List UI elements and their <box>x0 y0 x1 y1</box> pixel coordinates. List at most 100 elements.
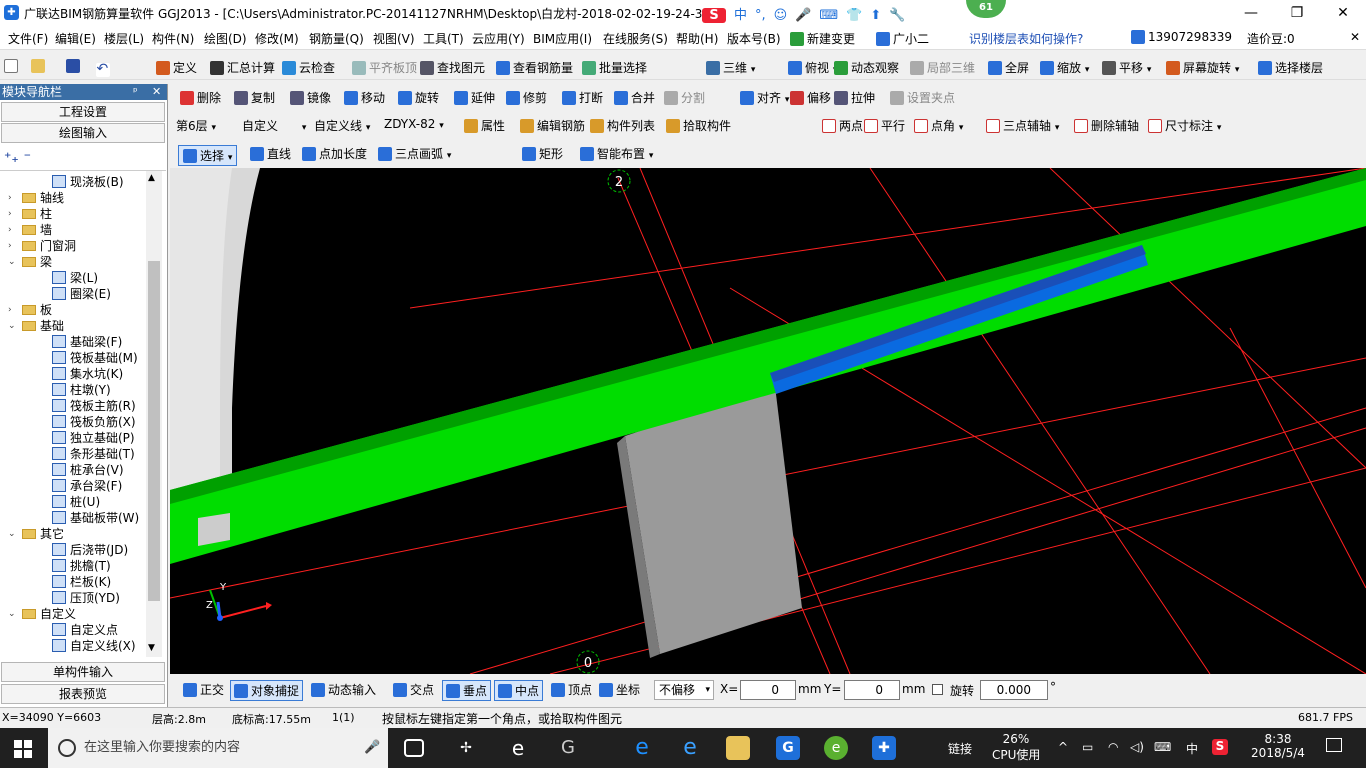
edit-tool-button[interactable]: 镜像 <box>290 89 331 106</box>
tree-item[interactable]: 桩承台(V) <box>4 462 146 478</box>
tree-item[interactable]: 自定义线(X) <box>4 638 146 654</box>
ime-skin-icon[interactable]: 👕 <box>846 8 862 23</box>
component-tool-button[interactable]: 编辑钢筋 <box>520 117 585 134</box>
mic-icon[interactable]: 🎤 <box>364 728 380 768</box>
tree-item[interactable]: 柱墩(Y) <box>4 382 146 398</box>
ime-tool-icon[interactable]: 🔧 <box>889 8 905 23</box>
draw-tool-button[interactable]: 点加长度 <box>302 145 367 162</box>
app-fan-icon[interactable]: ✢ <box>454 736 478 760</box>
tree-expand-icon[interactable]: ⌄ <box>8 526 18 542</box>
snap-toggle[interactable]: 坐标 <box>596 680 643 699</box>
tray-people-icon[interactable]: ▭ <box>1082 740 1093 754</box>
scroll-up-icon[interactable]: ▲ <box>148 173 155 183</box>
notification-center-icon[interactable] <box>1326 738 1342 752</box>
tree-item[interactable]: 后浇带(JD) <box>4 542 146 558</box>
ggj-app-icon[interactable]: ✚ <box>872 736 896 760</box>
snap-toggle[interactable]: 正交 <box>180 680 227 699</box>
report-preview-button[interactable]: 报表预览 <box>1 684 165 704</box>
windows-start-icon[interactable] <box>14 740 32 758</box>
menu-item[interactable]: 视图(V) <box>373 30 415 47</box>
menu-item[interactable]: 文件(F) <box>8 30 48 47</box>
wifi-icon[interactable]: ◠ <box>1108 740 1118 754</box>
edit-tool-button[interactable]: 延伸 <box>454 89 495 106</box>
menu-item[interactable]: 版本号(B) <box>727 30 781 47</box>
toolbar-button[interactable]: 批量选择 <box>582 59 647 76</box>
name-select[interactable]: ZDYX-82 ▾ <box>384 117 444 131</box>
open-file-icon[interactable] <box>30 59 45 73</box>
tree-item[interactable]: 桩(U) <box>4 494 146 510</box>
toolbar-button[interactable]: 三维 ▾ <box>706 59 755 76</box>
menu-item[interactable]: 广小二 <box>876 30 929 47</box>
menu-item[interactable]: 修改(M) <box>255 30 299 47</box>
menu-item[interactable]: 绘图(D) <box>204 30 247 47</box>
keyboard-icon[interactable]: ⌨ <box>1154 740 1171 754</box>
tree-item[interactable]: › 柱 <box>4 206 146 222</box>
input-lang[interactable]: 中 <box>1186 740 1198 757</box>
sogou-tray-icon[interactable]: S <box>1212 739 1228 755</box>
menu-item[interactable]: 在线服务(S) <box>603 30 668 47</box>
cpu-meter[interactable]: 26% CPU使用 <box>992 732 1040 763</box>
menu-item[interactable]: 构件(N) <box>152 30 194 47</box>
edit-tool-button[interactable]: 修剪 <box>506 89 547 106</box>
ime-face-icon[interactable]: ☺ <box>774 8 788 23</box>
edit-tool-button[interactable]: 打断 <box>562 89 603 106</box>
notification-badge[interactable]: 61 <box>966 0 1006 18</box>
ime-mode[interactable]: 中 <box>734 4 747 23</box>
tree-expand-icon[interactable]: ⌄ <box>8 254 18 270</box>
toolbar-button[interactable]: 汇总计算 <box>210 59 275 76</box>
tree-item[interactable]: 压顶(YD) <box>4 590 146 606</box>
menu-item[interactable]: 云应用(Y) <box>472 30 525 47</box>
tree-item[interactable]: 筏板主筋(R) <box>4 398 146 414</box>
model-canvas[interactable]: 2 0 Y Z <box>170 168 1366 674</box>
green-app-icon[interactable]: e <box>824 736 848 760</box>
edit-tool-button[interactable]: 移动 <box>344 89 385 106</box>
tree-item[interactable]: 基础梁(F) <box>4 334 146 350</box>
edit-tool-button[interactable]: 复制 <box>234 89 275 106</box>
toolbar-button[interactable]: 定义 <box>156 59 197 76</box>
axis-tool-button[interactable]: 删除辅轴 <box>1074 117 1139 134</box>
tree-item[interactable]: 筏板基础(M) <box>4 350 146 366</box>
tree-item[interactable]: ⌄ 自定义 <box>4 606 146 622</box>
tray-up-chevron-icon[interactable]: ^ <box>1058 740 1068 754</box>
toolbar-button[interactable]: 选择楼层 <box>1258 59 1323 76</box>
toolbar-button[interactable]: 平移 ▾ <box>1102 59 1151 76</box>
axis-tool-button[interactable]: 三点辅轴 ▾ <box>986 117 1059 134</box>
component-tool-button[interactable]: 属性 <box>464 117 505 134</box>
tree-item[interactable]: › 板 <box>4 302 146 318</box>
draw-tool-button[interactable]: 直线 <box>250 145 291 162</box>
file-explorer-icon[interactable] <box>726 736 750 760</box>
ie-icon[interactable]: e <box>678 736 702 760</box>
tree-expand-icon[interactable]: › <box>8 302 18 318</box>
edit-tool-button[interactable]: 旋转 <box>398 89 439 106</box>
volume-icon[interactable]: ◁) <box>1130 740 1144 754</box>
new-file-icon[interactable] <box>4 59 18 73</box>
undo-icon[interactable]: ↶ <box>96 62 111 77</box>
menubar-close-icon[interactable]: ✕ <box>1350 30 1360 44</box>
tree-item[interactable]: 现浇板(B) <box>4 174 146 190</box>
tree-item[interactable]: 圈梁(E) <box>4 286 146 302</box>
toolbar-button[interactable]: 查看钢筋量 <box>496 59 573 76</box>
scroll-thumb[interactable] <box>148 261 160 601</box>
app-swirl-icon[interactable]: G <box>556 736 580 760</box>
tree-expand-icon[interactable]: ⌄ <box>8 606 18 622</box>
offset-select[interactable]: 不偏移 ▾ <box>654 680 714 700</box>
toolbar-button[interactable]: 动态观察 <box>834 59 899 76</box>
project-settings-button[interactable]: 工程设置 <box>1 102 165 122</box>
nav-close-icon[interactable]: ✕ <box>152 85 161 98</box>
snap-toggle[interactable]: 对象捕捉 <box>230 680 304 701</box>
edit-tool-button[interactable]: 设置夹点 <box>890 89 955 106</box>
drawing-input-button[interactable]: 绘图输入 <box>1 123 165 143</box>
edit-tool-button[interactable]: 分割 <box>664 89 705 106</box>
maximize-button[interactable]: ❐ <box>1274 0 1320 26</box>
tree-item[interactable]: 条形基础(T) <box>4 446 146 462</box>
snap-toggle[interactable]: 垂点 <box>442 680 492 701</box>
snap-toggle[interactable]: 动态输入 <box>308 680 379 699</box>
toolbar-button[interactable]: 平齐板顶 <box>352 59 417 76</box>
menu-item[interactable]: 编辑(E) <box>55 30 96 47</box>
ime-up-icon[interactable]: ⬆ <box>870 8 881 23</box>
y-input[interactable]: 0 <box>844 680 900 700</box>
component-tool-button[interactable]: 拾取构件 <box>666 117 731 134</box>
ime-mic-icon[interactable]: 🎤 <box>795 8 811 23</box>
user-account[interactable]: 13907298339 <box>1131 30 1232 44</box>
x-input[interactable]: 0 <box>740 680 796 700</box>
